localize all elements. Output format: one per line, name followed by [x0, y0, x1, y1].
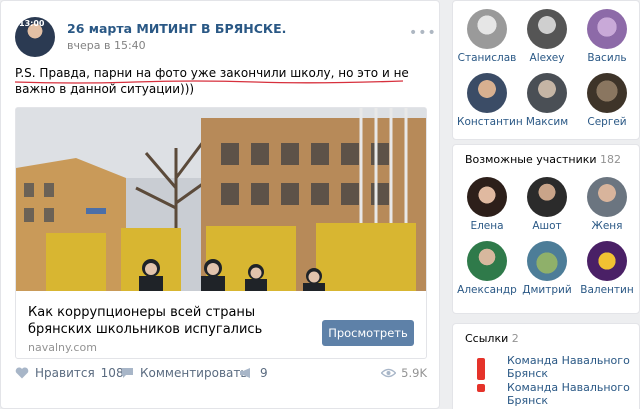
attachment-title[interactable]: Как коррупционеры всей страны брянских ш…	[28, 304, 308, 338]
avatar[interactable]	[467, 9, 507, 49]
friend-name[interactable]: Константин	[457, 116, 523, 128]
avatar[interactable]	[587, 177, 627, 217]
like-button[interactable]: Нравится 108	[15, 366, 124, 380]
heart-icon	[15, 367, 29, 379]
link-subtitle[interactable]: Команда Навального Брянск	[507, 381, 637, 407]
avatar[interactable]	[467, 73, 507, 113]
like-label: Нравится	[35, 366, 95, 380]
member-item[interactable]: Женя	[577, 177, 637, 232]
avatar[interactable]	[587, 9, 627, 49]
member-item[interactable]: Ашот	[517, 177, 577, 232]
avatar[interactable]	[527, 241, 567, 281]
links-title-text: Ссылки	[465, 332, 509, 345]
links-count: 2	[511, 332, 519, 345]
wall-post: 13:00 26 марта МИТИНГ В БРЯНСКЕ. вчера в…	[0, 0, 440, 409]
friend-item[interactable]: Максим	[517, 73, 577, 128]
possible-members-block: Возможные участники 182 Елена Ашот Женя …	[452, 144, 640, 314]
avatar[interactable]	[527, 177, 567, 217]
links-block: Ссылки 2 Команда Навального Брянск Коман…	[452, 323, 640, 409]
post-date[interactable]: вчера в 15:40	[67, 39, 146, 52]
attachment-source: navalny.com	[28, 341, 97, 354]
attachment-photo[interactable]	[16, 108, 426, 291]
links-title[interactable]: Ссылки 2	[465, 332, 519, 345]
comment-label: Комментировать	[140, 366, 248, 380]
member-name[interactable]: Дмитрий	[517, 284, 577, 296]
friend-name[interactable]: Максим	[517, 116, 577, 128]
views-count: 5.9K	[401, 366, 427, 380]
friends-block: Станислав Alexey Василь Константин Макси…	[452, 0, 640, 140]
friend-name[interactable]: Станислав	[457, 52, 517, 64]
eye-icon	[381, 368, 397, 378]
member-name[interactable]: Женя	[577, 220, 637, 232]
friend-item[interactable]: Станислав	[457, 9, 517, 64]
share-count: 9	[260, 366, 268, 380]
member-item[interactable]: Александр	[457, 241, 517, 296]
view-button[interactable]: Просмотреть	[322, 320, 414, 346]
share-button[interactable]: 9	[239, 366, 268, 380]
link-title[interactable]: Команда Навального Брянск	[507, 354, 637, 380]
megaphone-icon	[240, 368, 250, 378]
members-title-text: Возможные участники	[465, 153, 597, 166]
member-name[interactable]: Александр	[457, 284, 517, 296]
friend-item[interactable]: Сергей	[577, 73, 637, 128]
avatar[interactable]	[467, 177, 507, 217]
red-underline-annotation	[15, 80, 403, 84]
more-options-icon[interactable]: •••	[409, 25, 437, 41]
avatar[interactable]	[587, 73, 627, 113]
friend-item[interactable]: Василь	[577, 9, 637, 64]
member-name[interactable]: Елена	[457, 220, 517, 232]
friend-item[interactable]: Константин	[457, 73, 523, 128]
exclamation-icon	[477, 358, 485, 392]
comment-icon	[122, 368, 133, 378]
member-item[interactable]: Валентин	[577, 241, 637, 296]
post-actions: Нравится 108 Комментировать 9 5.9K	[15, 363, 427, 387]
members-count: 182	[600, 153, 622, 166]
member-item[interactable]: Дмитрий	[517, 241, 577, 296]
member-name[interactable]: Ашот	[517, 220, 577, 232]
link-attachment[interactable]: Как коррупционеры всей страны брянских ш…	[15, 107, 427, 359]
members-title[interactable]: Возможные участники 182	[465, 153, 621, 166]
avatar[interactable]	[467, 241, 507, 281]
comment-button[interactable]: Комментировать	[121, 366, 247, 380]
friend-name[interactable]: Василь	[577, 52, 637, 64]
views-counter: 5.9K	[381, 366, 427, 380]
avatar[interactable]	[587, 241, 627, 281]
member-item[interactable]: Елена	[457, 177, 517, 232]
avatar[interactable]	[527, 73, 567, 113]
author-avatar[interactable]: 13:00	[15, 17, 55, 57]
friend-name[interactable]: Alexey	[517, 52, 577, 64]
member-name[interactable]: Валентин	[577, 284, 637, 296]
avatar-badge: 13:00	[19, 19, 45, 28]
avatar[interactable]	[527, 9, 567, 49]
friend-item[interactable]: Alexey	[517, 9, 577, 64]
post-author-link[interactable]: 26 марта МИТИНГ В БРЯНСКЕ.	[67, 21, 286, 36]
post-header: 13:00 26 марта МИТИНГ В БРЯНСКЕ. вчера в…	[15, 17, 436, 59]
friend-name[interactable]: Сергей	[577, 116, 637, 128]
